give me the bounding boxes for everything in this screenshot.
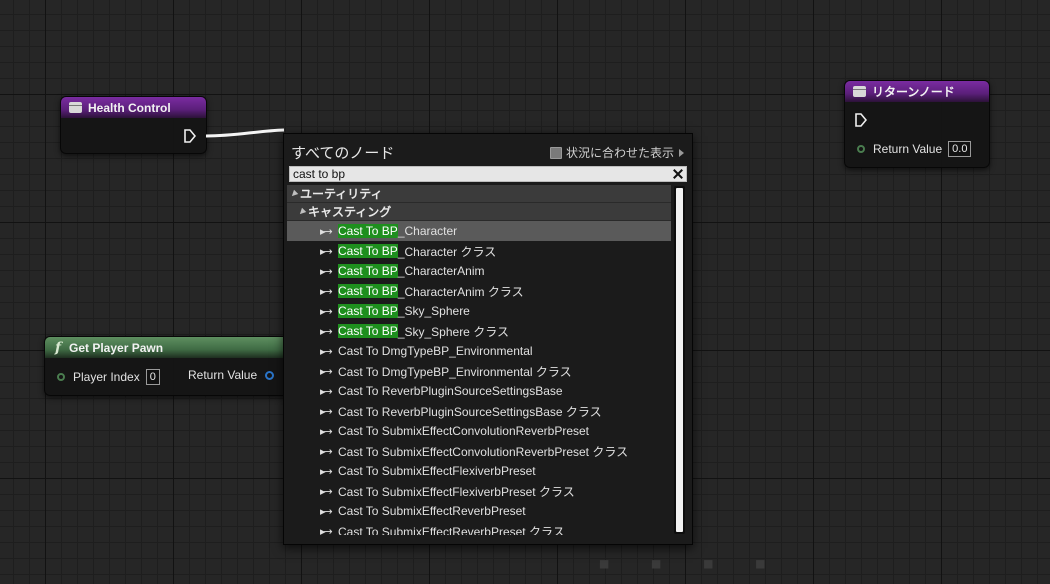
search-input[interactable] <box>290 167 671 181</box>
list-item-label: Cast To SubmixEffectFlexiverbPreset <box>338 464 536 478</box>
clear-search-icon[interactable] <box>671 167 685 181</box>
search-match-highlight: Cast To BP <box>338 304 398 318</box>
search-match-highlight: Cast To BP <box>338 284 398 298</box>
list-item-label: Cast To SubmixEffectConvolutionReverbPre… <box>338 444 629 459</box>
exec-wire <box>206 128 285 138</box>
cast-node-icon: ▸→ <box>320 504 333 518</box>
context-sensitive-checkbox[interactable] <box>549 146 562 159</box>
list-item[interactable]: ▸→ Cast To BP _CharacterAnim クラス <box>287 281 671 301</box>
category-utilities[interactable]: ユーティリティ <box>287 185 671 203</box>
cast-node-icon: ▸→ <box>320 484 333 498</box>
list-item[interactable]: ▸→ Cast To SubmixEffectFlexiverbPreset <box>287 461 671 481</box>
cast-node-icon: ▸→ <box>320 344 333 358</box>
scrollbar-thumb[interactable] <box>676 188 683 532</box>
cast-node-icon: ▸→ <box>320 304 333 318</box>
cast-node-icon: ▸→ <box>320 244 333 258</box>
event-icon <box>69 102 82 113</box>
list-item[interactable]: ▸→ Cast To DmgTypeBP_Environmental クラス <box>287 361 671 381</box>
player-index-pin[interactable]: Player Index 0 <box>57 369 160 385</box>
list-item[interactable]: ▸→ Cast To SubmixEffectConvolutionReverbP… <box>287 441 671 461</box>
cast-node-icon: ▸→ <box>320 424 333 438</box>
list-item-label: Cast To SubmixEffectReverbPreset クラス <box>338 524 565 536</box>
list-item-label: Cast To DmgTypeBP_Environmental <box>338 344 533 358</box>
list-item-label: _Sky_Sphere <box>397 304 470 318</box>
search-match-highlight: Cast To BP <box>338 324 398 338</box>
cast-node-icon: ▸→ <box>320 524 333 536</box>
list-item-label: Cast To DmgTypeBP_Environmental クラス <box>338 364 572 379</box>
expand-triangle-icon[interactable] <box>297 207 307 216</box>
list-item[interactable]: ▸→ Cast To ReverbPluginSourceSettingsBase… <box>287 401 671 421</box>
list-item[interactable]: ▸→ Cast To BP _Character クラス <box>287 241 671 261</box>
return-node-icon <box>853 86 866 97</box>
search-box[interactable] <box>289 166 687 182</box>
list-item-label: _Character クラス <box>397 244 497 259</box>
list-item[interactable]: ▸→ Cast To SubmixEffectReverbPreset <box>287 501 671 521</box>
cast-node-icon: ▸→ <box>320 324 333 338</box>
category-casting[interactable]: キャスティング <box>287 203 671 221</box>
list-item[interactable]: ▸→ Cast To DmgTypeBP_Environmental <box>287 341 671 361</box>
cast-node-icon: ▸→ <box>320 284 333 298</box>
list-item-label: Cast To ReverbPluginSourceSettingsBase ク… <box>338 404 602 419</box>
health-control-node[interactable]: Health Control <box>60 96 207 154</box>
cast-node-icon: ▸→ <box>320 464 333 478</box>
pawn-return-value-label: Return Value <box>188 368 258 382</box>
cast-node-icon: ▸→ <box>320 444 333 458</box>
object-pin-icon[interactable] <box>265 370 275 380</box>
cast-node-icon: ▸→ <box>320 364 333 378</box>
cast-node-icon: ▸→ <box>320 264 333 278</box>
search-match-highlight: Cast To BP <box>338 264 398 278</box>
list-item-label: Cast To SubmixEffectReverbPreset <box>338 504 526 518</box>
action-search-popup[interactable]: すべてのノード 状況に合わせた表示 ユーティリティ キャスティング ▸→ Cast… <box>283 133 693 545</box>
return-node[interactable]: リターンノード Return Value 0.0 <box>844 80 990 168</box>
list-item[interactable]: ▸→ Cast To BP _Sky_Sphere クラス <box>287 321 671 341</box>
list-item-label: _Character <box>397 224 458 238</box>
return-value-pin[interactable]: Return Value 0.0 <box>857 141 972 157</box>
player-index-field[interactable]: 0 <box>145 369 160 385</box>
list-item-label: _Sky_Sphere クラス <box>397 324 509 339</box>
function-icon: f <box>54 339 62 356</box>
exec-input-pin-icon[interactable] <box>855 113 867 127</box>
context-sensitive-toggle[interactable]: 状況に合わせた表示 <box>549 144 684 161</box>
float-pin-icon[interactable] <box>857 145 865 153</box>
int-pin-icon[interactable] <box>57 373 65 381</box>
list-item[interactable]: ▸→ Cast To BP _Sky_Sphere <box>287 301 671 321</box>
return-value-output-pin[interactable]: Return Value <box>188 368 275 382</box>
list-item[interactable]: ▸→ Cast To SubmixEffectConvolutionReverbP… <box>287 421 671 441</box>
get-player-pawn-node[interactable]: f Get Player Pawn Player Index 0 Return … <box>44 336 296 396</box>
list-scrollbar[interactable] <box>674 186 685 534</box>
cast-node-icon: ▸→ <box>320 384 333 398</box>
list-item[interactable]: ▸→ Cast To BP _CharacterAnim <box>287 261 671 281</box>
expand-triangle-icon[interactable] <box>289 189 299 198</box>
popup-title: すべてのノード <box>291 145 395 162</box>
list-item-label: Cast To SubmixEffectFlexiverbPreset クラス <box>338 484 575 499</box>
list-item-label: _CharacterAnim <box>397 264 485 278</box>
background-text-fragment: ▪▪▪▪ <box>598 545 807 583</box>
return-value-label: Return Value <box>873 142 943 156</box>
return-node-title: リターンノード <box>872 85 955 99</box>
return-node-header[interactable]: リターンノード <box>845 81 989 102</box>
cast-node-icon: ▸→ <box>320 224 333 238</box>
return-value-default-field[interactable]: 0.0 <box>948 141 972 157</box>
list-item-label: Cast To ReverbPluginSourceSettingsBase <box>338 384 563 398</box>
list-item-label: _CharacterAnim クラス <box>397 284 524 299</box>
health-control-title: Health Control <box>88 100 171 115</box>
get-player-pawn-header[interactable]: f Get Player Pawn <box>45 337 295 358</box>
context-sensitive-label: 状況に合わせた表示 <box>565 146 674 160</box>
list-item[interactable]: ▸→ Cast To SubmixEffectFlexiverbPreset クラ… <box>287 481 671 501</box>
list-item-label: Cast To SubmixEffectConvolutionReverbPre… <box>338 424 590 438</box>
cast-node-icon: ▸→ <box>320 404 333 418</box>
expand-arrow-icon[interactable] <box>679 148 684 157</box>
search-match-highlight: Cast To BP <box>338 224 398 238</box>
search-match-highlight: Cast To BP <box>338 244 398 258</box>
get-player-pawn-title: Get Player Pawn <box>69 340 164 355</box>
health-control-header[interactable]: Health Control <box>61 97 206 118</box>
player-index-label: Player Index <box>73 370 140 384</box>
list-item[interactable]: ▸→ Cast To BP _Character <box>287 221 671 241</box>
list-item[interactable]: ▸→ Cast To SubmixEffectReverbPreset クラス <box>287 521 671 536</box>
exec-output-pin-icon[interactable] <box>184 129 196 143</box>
action-list[interactable]: ユーティリティ キャスティング ▸→ Cast To BP _Character ▸→… <box>287 185 671 535</box>
list-item[interactable]: ▸→ Cast To ReverbPluginSourceSettingsBase <box>287 381 671 401</box>
